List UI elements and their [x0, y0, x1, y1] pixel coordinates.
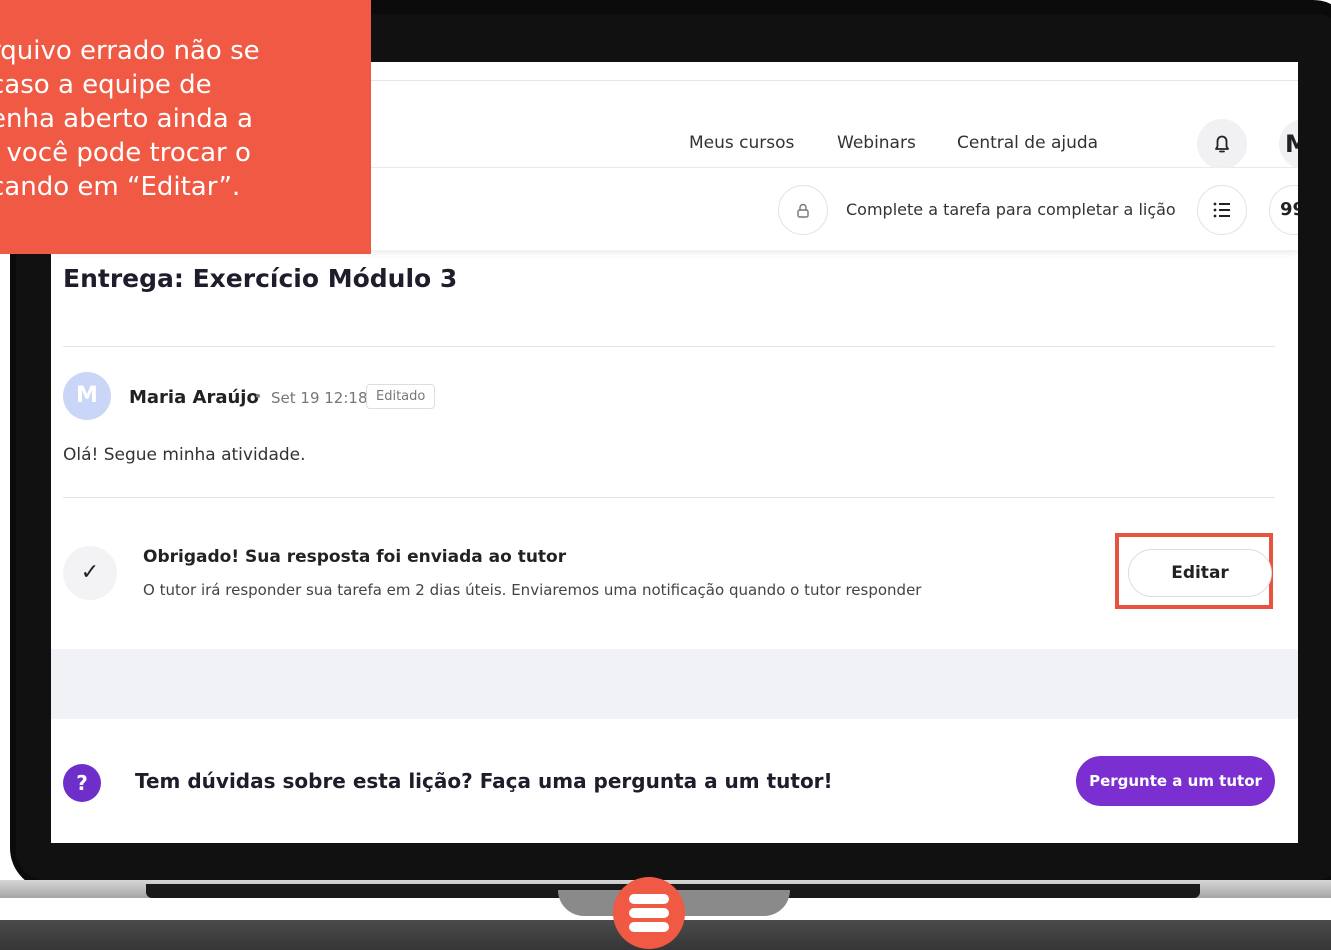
user-avatar-menu[interactable]: M [1279, 119, 1298, 169]
post-author-name: Maria Araújo [129, 387, 259, 408]
notes-quote-button[interactable]: 99 [1269, 185, 1298, 235]
brand-logo-icon [613, 877, 685, 949]
list-icon [1213, 202, 1230, 218]
lesson-list-button[interactable] [1197, 185, 1247, 235]
tooltip-line: caso a equipe de [0, 70, 212, 100]
divider [63, 497, 1275, 498]
post-author-avatar: M [63, 372, 111, 420]
submission-success-title: Obrigado! Sua resposta foi enviada ao tu… [143, 547, 567, 567]
tooltip-line: cando em “Editar”. [0, 172, 241, 202]
page-title: Entrega: Exercício Módulo 3 [63, 264, 458, 293]
check-icon: ✓ [63, 546, 117, 600]
tooltip-line: enha aberto ainda a [0, 104, 253, 134]
ask-tutor-prompt: Tem dúvidas sobre esta lição? Faça uma p… [135, 769, 833, 793]
submission-success-description: O tutor irá responder sua tarefa em 2 di… [143, 581, 922, 599]
nav-link-meus-cursos[interactable]: Meus cursos [689, 133, 794, 153]
divider [63, 346, 1275, 347]
separator-dot: • [254, 389, 263, 405]
tooltip-text: rquivo errado não se caso a equipe de en… [0, 34, 370, 204]
nav-link-webinars[interactable]: Webinars [837, 133, 916, 153]
ask-tutor-button[interactable]: Pergunte a um tutor [1076, 756, 1275, 806]
post-timestamp: Set 19 12:18 [271, 389, 368, 407]
tooltip-line: , você pode trocar o [0, 138, 251, 168]
notification-bell-button[interactable] [1197, 119, 1247, 169]
edited-badge: Editado [366, 384, 436, 409]
lock-icon [797, 203, 809, 218]
lock-button[interactable] [778, 185, 828, 235]
question-icon: ? [63, 764, 101, 802]
section-separator-band [51, 649, 1298, 719]
post-body: Olá! Segue minha atividade. [63, 445, 306, 465]
nav-link-central-de-ajuda[interactable]: Central de ajuda [957, 133, 1098, 153]
tooltip-line: rquivo errado não se [0, 36, 260, 66]
tutorial-tooltip: rquivo errado não se caso a equipe de en… [0, 0, 371, 254]
edit-submission-button[interactable]: Editar [1128, 549, 1272, 597]
bell-icon [1215, 135, 1229, 153]
task-status-text: Complete a tarefa para completar a lição [846, 200, 1176, 219]
